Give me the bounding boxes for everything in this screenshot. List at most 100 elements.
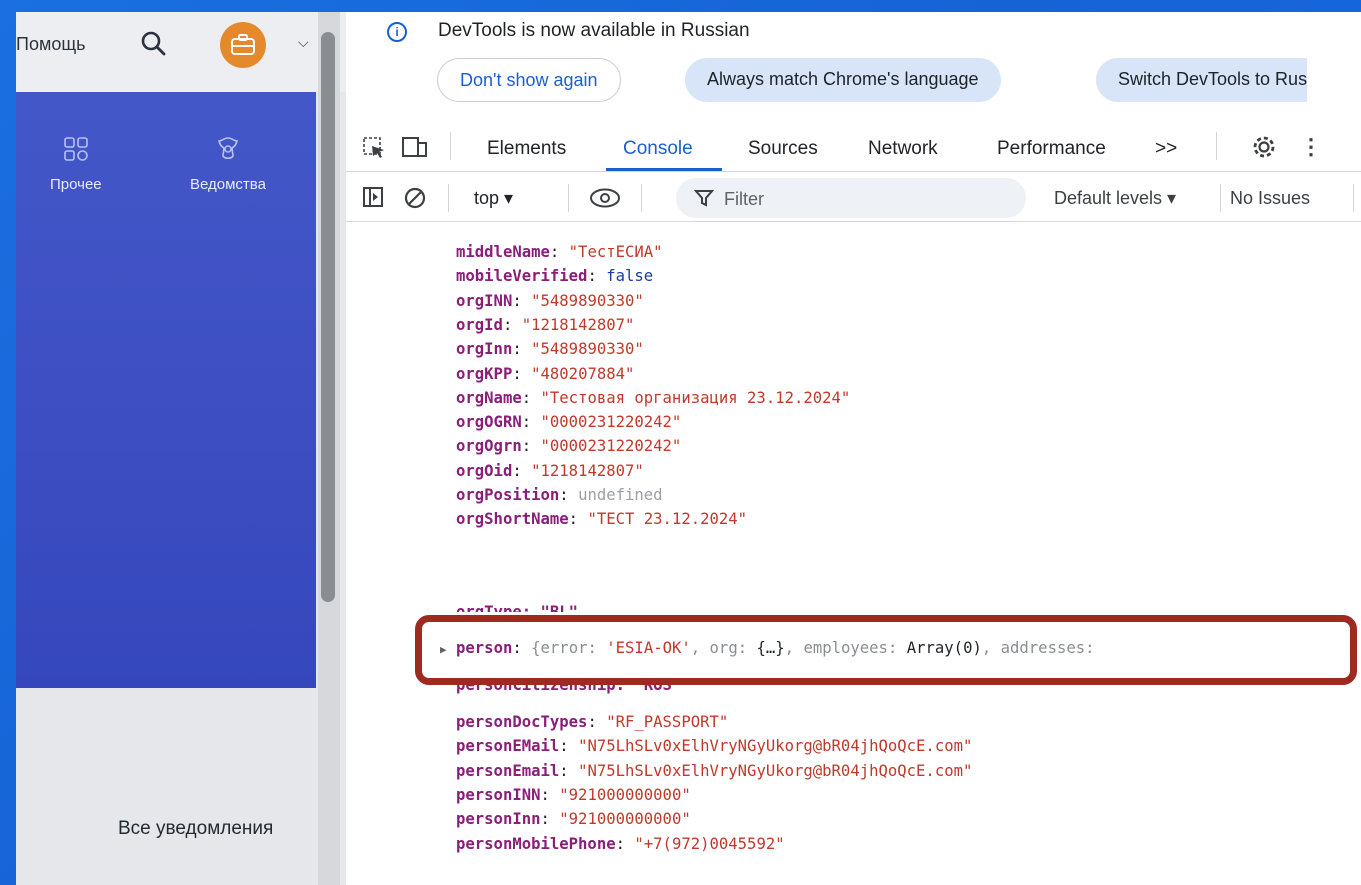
property-key: orgName <box>456 388 522 407</box>
property-key: personEmail <box>456 761 560 780</box>
console-line: mobileVerified: false <box>456 267 654 286</box>
console-line: personEMail: "N75LhSLv0xElhVryNGyUkorg@b… <box>456 737 973 756</box>
eye-icon[interactable] <box>588 186 622 210</box>
console-line: orgName: "Тестовая организация 23.12.202… <box>456 388 851 407</box>
switch-language-button[interactable]: Switch DevTools to Rus <box>1096 58 1308 102</box>
inspect-element-icon[interactable] <box>362 136 388 160</box>
divider <box>641 184 642 212</box>
property-value: "RF_PASSPORT" <box>606 713 729 731</box>
tab-performance[interactable]: Performance <box>997 138 1106 160</box>
property-value: undefined <box>578 486 663 504</box>
divider <box>448 184 449 212</box>
property-value: "1218142807" <box>521 315 635 334</box>
help-link[interactable]: Помощь <box>16 34 86 55</box>
console-line: orgOid: "1218142807" <box>456 461 644 480</box>
console-line-partial: orgType: "BL" <box>456 603 579 612</box>
property-key: orgOid <box>456 461 513 480</box>
console-line: orgShortName: "ТЕСТ 23.12.2024" <box>456 510 748 529</box>
issues-counter[interactable]: No Issues <box>1230 188 1310 209</box>
sidebar-toggle-icon[interactable] <box>362 186 386 210</box>
property-key: orgOgrn <box>456 437 522 456</box>
property-key: personEMail <box>456 737 560 756</box>
property-value: "0000231220242" <box>540 413 682 432</box>
gear-icon[interactable] <box>1251 134 1277 160</box>
devtools-panel: i DevTools is now available in Russian D… <box>346 12 1361 885</box>
nav-item-departments[interactable]: Ведомства <box>190 132 266 193</box>
briefcase-icon <box>231 34 255 55</box>
info-icon: i <box>387 22 407 42</box>
console-line: orgINN: "5489890330" <box>456 291 644 310</box>
search-icon[interactable] <box>138 28 168 58</box>
property-value: "921000000000" <box>559 785 691 804</box>
always-match-language-button[interactable]: Always match Chrome's language <box>685 58 1001 102</box>
device-toggle-icon[interactable] <box>401 135 429 161</box>
tab-network[interactable]: Network <box>868 138 938 160</box>
console-toolbar: top ▾ Filter Default levels ▾ No Issues <box>346 174 1361 222</box>
console-line-partial: personCitizenship: "RUS" <box>456 685 682 694</box>
property-key: mobileVerified <box>456 267 588 286</box>
clear-console-icon[interactable] <box>402 185 428 211</box>
active-tab-indicator <box>606 168 722 171</box>
tab-elements[interactable]: Elements <box>487 138 566 160</box>
console-line: middleName: "ТестЕСИА" <box>456 243 663 261</box>
console-line: personEmail: "N75LhSLv0xElhVryNGyUkorg@b… <box>456 761 973 780</box>
emblem-icon <box>217 137 238 160</box>
property-value: "N75LhSLv0xElhVryNGyUkorg@bR04jhQoQcE.co… <box>578 737 973 756</box>
console-line: personINN: "921000000000" <box>456 785 691 804</box>
scrollbar-thumb[interactable] <box>321 32 335 602</box>
property-value: "480207884" <box>531 364 635 383</box>
site-navigation: Прочее Ведомства <box>16 92 316 688</box>
property-key: orgId <box>456 315 503 334</box>
property-value: "5489890330" <box>531 340 644 359</box>
property-value: "0000231220242" <box>540 437 682 456</box>
tab-sources[interactable]: Sources <box>748 138 818 160</box>
property-value: "ТЕСТ 23.12.2024" <box>587 510 748 529</box>
console-line: orgId: "1218142807" <box>456 315 635 334</box>
divider <box>1353 184 1354 212</box>
more-tabs-button[interactable]: >> <box>1155 138 1177 160</box>
property-key: orgInn <box>456 340 513 359</box>
property-key: personMobilePhone <box>456 834 616 853</box>
property-value: false <box>606 267 654 286</box>
property-key: personDocTypes <box>456 713 588 731</box>
console-line: orgOGRN: "0000231220242" <box>456 413 682 432</box>
avatar[interactable] <box>220 22 266 68</box>
property-key: orgPosition <box>456 486 560 504</box>
divider <box>1220 184 1221 212</box>
divider <box>1216 132 1217 160</box>
chevron-down-icon[interactable]: ⌵ <box>298 34 309 51</box>
infobar-message: DevTools is now available in Russian <box>438 20 750 41</box>
site-header: Помощь ⌵ <box>16 12 346 92</box>
nav-item-other[interactable]: Прочее <box>50 132 102 193</box>
property-key: middleName <box>456 243 550 261</box>
property-value: "ТестЕСИА" <box>568 243 663 261</box>
property-key: personINN <box>456 785 541 804</box>
all-notifications-link[interactable]: Все уведомления <box>118 818 273 840</box>
screenshot-frame: Помощь ⌵ Прочее Ведомства Все уведомлени… <box>16 12 1361 885</box>
filter-input[interactable]: Filter <box>676 178 1026 218</box>
console-line: personMobilePhone: "+7(972)0045592" <box>456 834 785 853</box>
more-options-icon[interactable]: ⋮ <box>1300 134 1322 160</box>
tab-console[interactable]: Console <box>623 138 693 160</box>
property-key: orgShortName <box>456 510 569 529</box>
filter-icon <box>694 190 714 207</box>
property-value: "N75LhSLv0xElhVryNGyUkorg@bR04jhQoQcE.co… <box>578 761 973 780</box>
log-levels-dropdown[interactable]: Default levels ▾ <box>1054 188 1176 209</box>
property-value: "1218142807" <box>531 461 644 480</box>
console-line: orgOgrn: "0000231220242" <box>456 437 682 456</box>
property-key: orgINN <box>456 291 513 310</box>
property-key: personInn <box>456 810 541 829</box>
grid-icon <box>64 137 88 161</box>
property-value: "921000000000" <box>559 810 691 829</box>
nav-item-label: Ведомства <box>190 176 266 193</box>
console-line: personDocTypes: "RF_PASSPORT" <box>456 713 729 731</box>
context-selector[interactable]: top ▾ <box>474 188 513 209</box>
property-value: "5489890330" <box>531 291 644 310</box>
devtools-tabs: Elements Console Sources Network Perform… <box>346 120 1361 172</box>
dont-show-again-button[interactable]: Don't show again <box>437 58 621 102</box>
property-key: orgOGRN <box>456 413 522 432</box>
console-line: orgKPP: "480207884" <box>456 364 635 383</box>
console-line: orgPosition: undefined <box>456 486 663 504</box>
website-panel: Помощь ⌵ Прочее Ведомства Все уведомлени… <box>16 12 346 885</box>
console-line: personInn: "921000000000" <box>456 810 691 829</box>
